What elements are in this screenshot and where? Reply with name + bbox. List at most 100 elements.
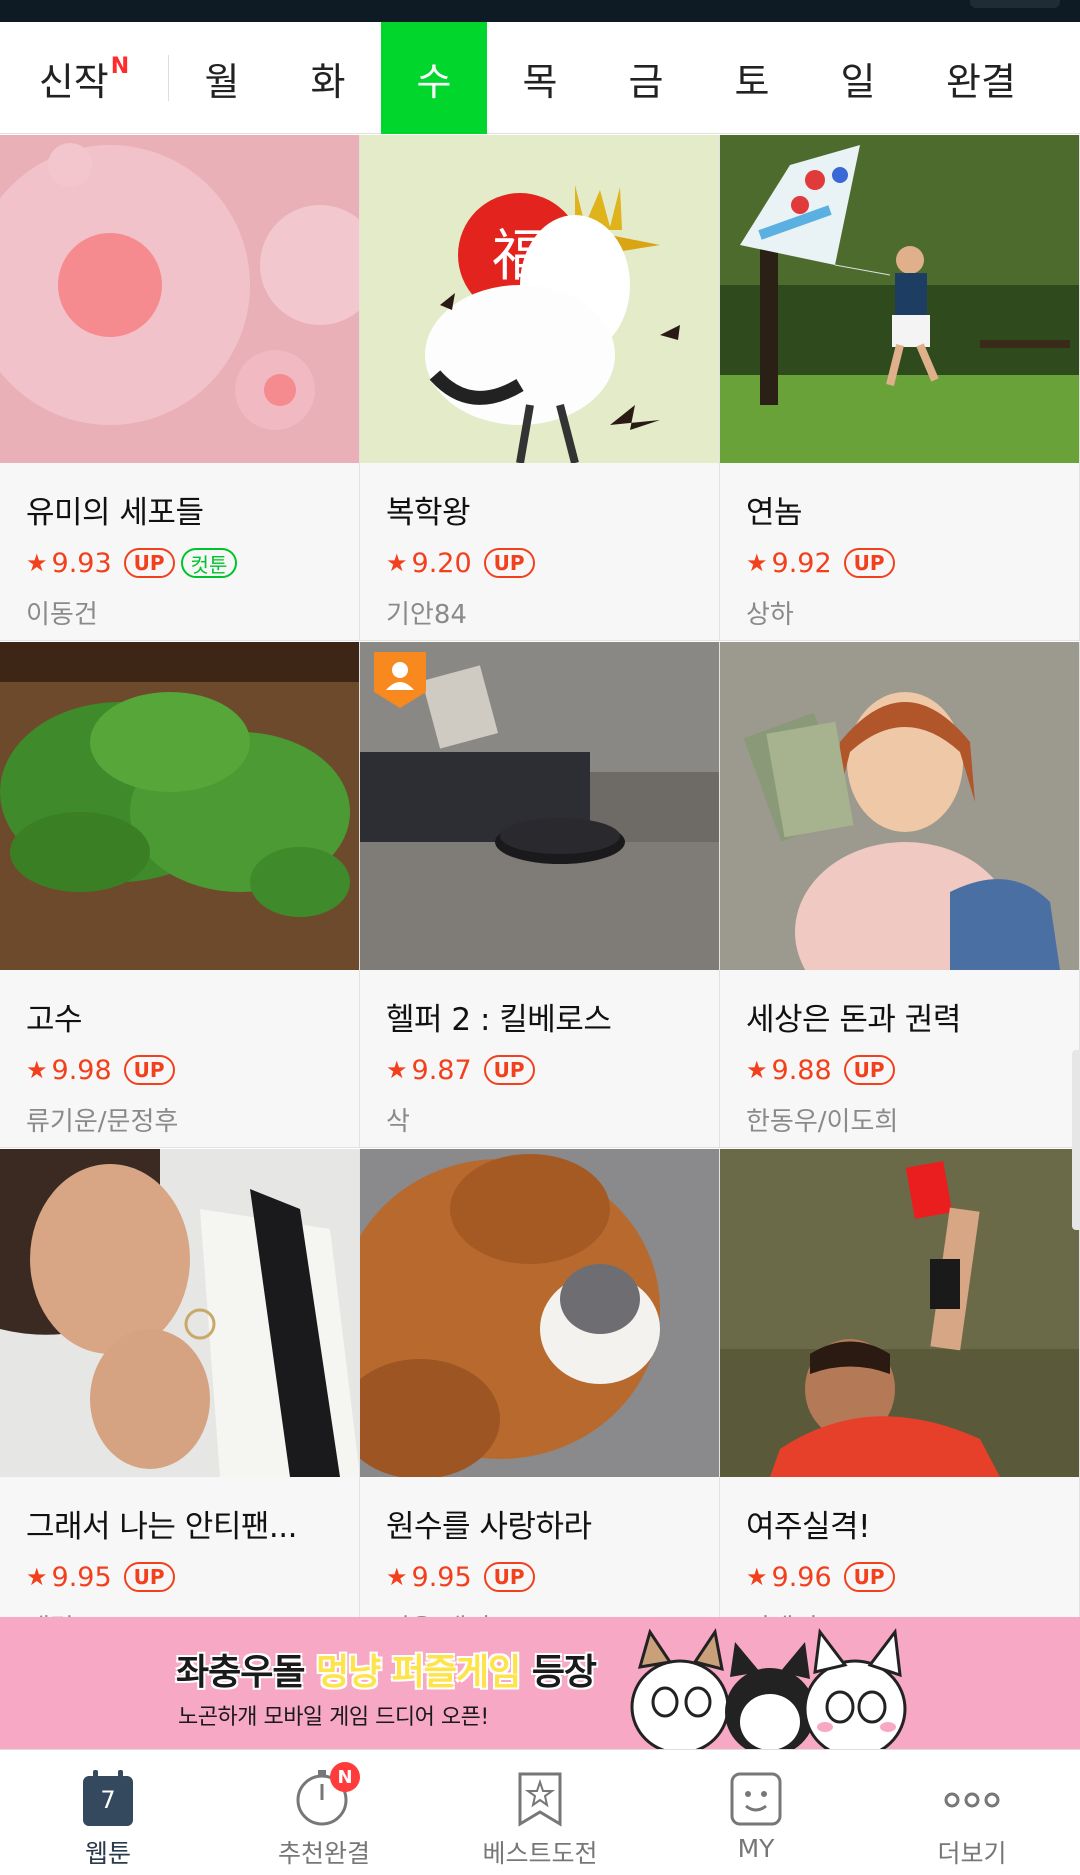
status-bar xyxy=(0,0,1080,22)
up-badge: UP xyxy=(123,1562,175,1592)
webtoon-title: 헬퍼 2 : 킬베로스 xyxy=(386,1002,612,1038)
new-badge: N xyxy=(330,1762,360,1792)
webtoon-title: 고수 xyxy=(26,1002,83,1038)
thumbnail-red-card xyxy=(720,1149,1079,1477)
webtoon-title: 유미의 세포들 xyxy=(26,495,204,531)
tab-thursday[interactable]: 목 xyxy=(487,22,593,134)
webtoon-author: 한동우/이도희 xyxy=(746,1107,899,1137)
webtoon-author: 상하 xyxy=(746,600,794,630)
rating-row: ★ 9.93 UP 컷툰 xyxy=(26,546,333,580)
rating-row: ★ 9.20 UP xyxy=(386,546,693,580)
tab-label: 토 xyxy=(734,59,770,104)
nav-label: 웹툰 xyxy=(84,1839,131,1868)
thumbnail-cilantro xyxy=(0,642,359,970)
tab-completed[interactable]: 완결 xyxy=(911,22,1051,134)
new-mark: N xyxy=(110,53,130,79)
promo-banner[interactable]: 좌충우돌 멍냥 퍼즐게임 등장 노곤하개 모바일 게임 드디어 오픈! xyxy=(0,1617,1080,1749)
up-badge: UP xyxy=(843,1055,895,1085)
tab-sunday[interactable]: 일 xyxy=(805,22,911,134)
tab-label: 완결 xyxy=(946,59,1016,104)
banner-subtitle: 노곤하개 모바일 게임 드디어 오픈! xyxy=(178,1705,489,1730)
tab-friday[interactable]: 금 xyxy=(593,22,699,134)
person-badge-icon xyxy=(374,652,426,708)
webtoon-title: 그래서 나는 안티팬... xyxy=(26,1509,297,1545)
cartoon-pets-illustration xyxy=(630,1628,907,1749)
tab-monday[interactable]: 월 xyxy=(169,22,275,134)
thumbnail-girl-money xyxy=(720,642,1079,970)
rating-value: 9.98 xyxy=(51,1054,112,1086)
webtoon-card[interactable]: 원수를 사랑하라 ★ 9.95 UP 정유/태건 xyxy=(360,1149,720,1655)
up-badge: UP xyxy=(123,1055,175,1085)
nav-my[interactable]: MY xyxy=(648,1750,864,1875)
webtoon-author: 류기운/문정후 xyxy=(26,1107,179,1137)
tab-new[interactable]: 신작 N xyxy=(0,22,168,134)
star-icon: ★ xyxy=(386,1563,408,1591)
rating-row: ★ 9.87 UP xyxy=(386,1053,693,1087)
rating-value: 9.95 xyxy=(51,1561,112,1593)
webtoon-card[interactable]: 세상은 돈과 권력 ★ 9.88 UP 한동우/이도희 xyxy=(720,642,1080,1148)
webtoon-author: 삭 xyxy=(386,1107,410,1137)
nav-label: 베스트도전 xyxy=(482,1839,598,1868)
tab-label: 일 xyxy=(840,59,876,104)
rating-row: ★ 9.95 UP xyxy=(26,1560,333,1594)
webtoon-title: 여주실격! xyxy=(746,1509,871,1545)
star-icon: ★ xyxy=(26,1563,48,1591)
rating-value: 9.88 xyxy=(771,1054,832,1086)
tab-saturday[interactable]: 토 xyxy=(699,22,805,134)
thumbnail-kite xyxy=(720,135,1079,463)
up-badge: UP xyxy=(123,548,175,578)
rating-row: ★ 9.96 UP xyxy=(746,1560,1053,1594)
webtoon-title: 연놈 xyxy=(746,495,803,531)
rating-value: 9.20 xyxy=(411,547,472,579)
star-icon: ★ xyxy=(386,549,408,577)
banner-headline-highlight: 멍냥 퍼즐게임 xyxy=(316,1652,521,1693)
bookmark-star-icon xyxy=(510,1768,570,1828)
nav-recommended-completed[interactable]: N 추천완결 xyxy=(216,1750,432,1875)
up-badge: UP xyxy=(843,548,895,578)
webtoon-card[interactable]: 福 복학왕 ★ 9.20 UP 기안84 xyxy=(360,135,720,641)
star-icon: ★ xyxy=(746,1056,768,1084)
bottom-navigation: 7 웹툰 N 추천완결 베스트도전 MY 더보기 xyxy=(0,1749,1080,1874)
thumbnail-man-ring xyxy=(0,1149,359,1477)
stopwatch-icon: N xyxy=(294,1762,360,1828)
webtoon-card[interactable]: 그래서 나는 안티팬... ★ 9.95 UP 재림 xyxy=(0,1149,360,1655)
tab-label: 월 xyxy=(204,59,240,104)
webtoon-card[interactable]: 연놈 ★ 9.92 UP 상하 xyxy=(720,135,1080,641)
nav-label: 더보기 xyxy=(937,1839,1007,1868)
rating-value: 9.96 xyxy=(771,1561,832,1593)
rating-row: ★ 9.92 UP xyxy=(746,546,1053,580)
banner-headline: 좌충우돌 멍냥 퍼즐게임 등장 xyxy=(176,1643,597,1695)
star-icon: ★ xyxy=(26,1056,48,1084)
tab-new-label: 신작 xyxy=(38,59,109,104)
rating-value: 9.87 xyxy=(411,1054,472,1086)
tab-tuesday[interactable]: 화 xyxy=(275,22,381,134)
tab-wednesday[interactable]: 수 xyxy=(381,22,487,134)
webtoon-card[interactable]: 고수 ★ 9.98 UP 류기운/문정후 xyxy=(0,642,360,1148)
up-badge: UP xyxy=(483,1562,535,1592)
webtoon-title: 복학왕 xyxy=(386,495,471,531)
nav-webtoon[interactable]: 7 웹툰 xyxy=(0,1750,216,1875)
star-icon: ★ xyxy=(26,549,48,577)
webtoon-card[interactable]: 헬퍼 2 : 킬베로스 ★ 9.87 UP 삭 xyxy=(360,642,720,1148)
tab-label: 금 xyxy=(628,59,664,104)
thumbnail-dog-cat xyxy=(360,1149,719,1477)
up-badge: UP xyxy=(843,1562,895,1592)
webtoon-card[interactable]: 유미의 세포들 ★ 9.93 UP 컷툰 이동건 xyxy=(0,135,360,641)
cuttoon-badge: 컷툰 xyxy=(180,548,238,578)
webtoon-card[interactable]: 여주실격! ★ 9.96 UP 기맹기 xyxy=(720,1149,1080,1655)
edge-panel-handle[interactable] xyxy=(1072,1050,1080,1230)
tab-label: 화 xyxy=(310,59,346,104)
nav-more[interactable]: 더보기 xyxy=(864,1750,1080,1875)
thumbnail-robot-vacuum xyxy=(360,642,719,970)
nav-best-challenge[interactable]: 베스트도전 xyxy=(432,1750,648,1875)
nav-label: MY xyxy=(737,1834,775,1863)
webtoon-author: 이동건 xyxy=(26,600,98,630)
day-tabs: 신작 N 월 화 수 목 금 토 일 완결 xyxy=(0,22,1080,134)
webtoon-title: 원수를 사랑하라 xyxy=(386,1509,592,1545)
webtoon-author: 기안84 xyxy=(386,600,467,630)
webtoon-title: 세상은 돈과 권력 xyxy=(746,1002,961,1038)
thumbnail-crane: 福 xyxy=(360,135,719,463)
up-badge: UP xyxy=(483,1055,535,1085)
rating-value: 9.93 xyxy=(51,547,112,579)
banner-headline-part: 좌충우돌 xyxy=(176,1652,317,1693)
